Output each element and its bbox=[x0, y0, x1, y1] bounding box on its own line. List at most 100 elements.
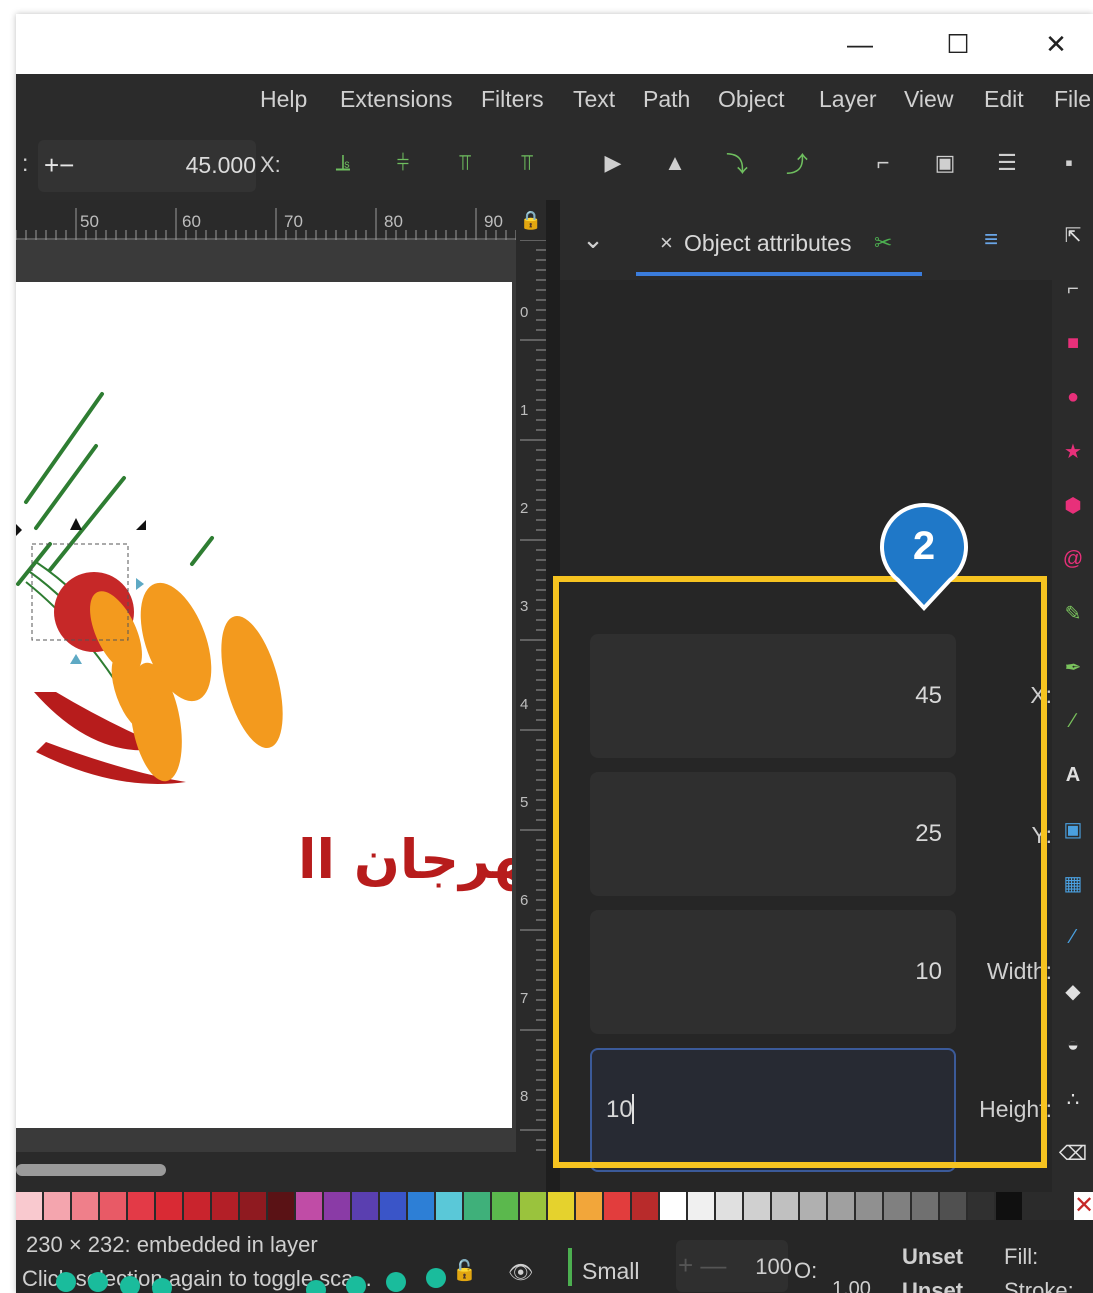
rotate-ccw-icon[interactable]: ⤴ bbox=[782, 148, 812, 178]
fill-value[interactable]: Unset bbox=[902, 1244, 963, 1270]
color-swatch[interactable] bbox=[464, 1192, 490, 1220]
horizontal-scrollbar[interactable] bbox=[16, 1152, 546, 1192]
stroke-value[interactable]: Unset bbox=[902, 1278, 963, 1293]
stepper-buttons[interactable]: +− bbox=[44, 150, 74, 181]
color-swatch[interactable] bbox=[688, 1192, 714, 1220]
color-swatch[interactable] bbox=[548, 1192, 574, 1220]
tab-object-attributes[interactable]: × Object attributes ✂ bbox=[636, 218, 922, 276]
color-swatch[interactable] bbox=[660, 1192, 686, 1220]
festival-artwork[interactable]: مهرجان اا bbox=[16, 282, 512, 1128]
menu-extensions[interactable]: Extensions bbox=[340, 86, 453, 113]
eraser-icon[interactable]: ⌫ bbox=[1058, 1138, 1088, 1168]
maximize-button[interactable]: ☐ bbox=[936, 24, 980, 64]
color-swatch[interactable] bbox=[828, 1192, 854, 1220]
spiral-icon[interactable]: @ bbox=[1058, 544, 1088, 574]
color-swatch[interactable] bbox=[72, 1192, 98, 1220]
document-page[interactable]: مهرجان اا bbox=[16, 282, 512, 1128]
calligraphy-icon[interactable]: ∕ bbox=[1058, 706, 1088, 736]
menu-object[interactable]: Object bbox=[718, 86, 784, 113]
color-swatch[interactable] bbox=[212, 1192, 238, 1220]
color-swatch[interactable] bbox=[604, 1192, 630, 1220]
color-swatch[interactable] bbox=[912, 1192, 938, 1220]
color-swatch[interactable] bbox=[968, 1192, 994, 1220]
tweak-icon[interactable]: ◒ bbox=[1058, 1030, 1088, 1060]
color-swatch[interactable] bbox=[492, 1192, 518, 1220]
minimize-button[interactable]: — bbox=[838, 24, 882, 64]
color-swatch[interactable] bbox=[520, 1192, 546, 1220]
text-icon[interactable]: A bbox=[1058, 760, 1088, 790]
distribute-icon[interactable]: ⫪ bbox=[450, 148, 480, 178]
color-swatch[interactable] bbox=[408, 1192, 434, 1220]
lock-guides-icon[interactable]: 🔒 bbox=[516, 200, 546, 240]
move-pattern-icon[interactable]: ▪ bbox=[1054, 148, 1084, 178]
rotate-cw-icon[interactable]: ⤵ bbox=[722, 148, 752, 178]
color-swatch[interactable] bbox=[744, 1192, 770, 1220]
close-button[interactable]: ✕ bbox=[1034, 24, 1078, 64]
opacity-spinbox[interactable]: + — 100 bbox=[676, 1240, 792, 1292]
tab-close-icon[interactable]: × bbox=[660, 230, 673, 256]
color-swatch[interactable] bbox=[436, 1192, 462, 1220]
color-swatch[interactable] bbox=[884, 1192, 910, 1220]
color-swatch[interactable] bbox=[184, 1192, 210, 1220]
color-swatch[interactable] bbox=[996, 1192, 1022, 1220]
box3d-icon[interactable]: ⬢ bbox=[1058, 490, 1088, 520]
spinbox-value[interactable]: 45.000 bbox=[186, 152, 256, 179]
color-swatch[interactable] bbox=[240, 1192, 266, 1220]
menu-filters[interactable]: Filters bbox=[481, 86, 544, 113]
circle-icon[interactable]: ● bbox=[1058, 382, 1088, 412]
menu-edit[interactable]: Edit bbox=[984, 86, 1024, 113]
tab-dropdown-button[interactable]: ⌄ bbox=[574, 220, 612, 258]
visibility-icon[interactable]: 👁 bbox=[508, 1260, 533, 1285]
color-swatch[interactable] bbox=[296, 1192, 322, 1220]
align-top-icon[interactable]: ⫪ bbox=[512, 148, 542, 178]
current-layer-name[interactable]: Small bbox=[582, 1258, 640, 1285]
flip-horizontal-icon[interactable]: ▶ bbox=[598, 148, 628, 178]
color-swatch[interactable] bbox=[352, 1192, 378, 1220]
scale-stroke-icon[interactable]: ⌐ bbox=[868, 148, 898, 178]
align-bottom-icon[interactable]: ⫡ bbox=[328, 148, 358, 178]
flip-vertical-icon[interactable]: ▲ bbox=[660, 148, 690, 178]
scrollbar-thumb[interactable] bbox=[16, 1164, 166, 1176]
color-swatch[interactable] bbox=[128, 1192, 154, 1220]
color-swatch[interactable] bbox=[800, 1192, 826, 1220]
opacity-value[interactable]: 100 bbox=[755, 1254, 792, 1280]
color-swatch[interactable] bbox=[856, 1192, 882, 1220]
menu-layer[interactable]: Layer bbox=[819, 86, 877, 113]
pen-icon[interactable]: ✒ bbox=[1058, 652, 1088, 682]
menu-view[interactable]: View bbox=[904, 86, 953, 113]
menu-file[interactable]: File bbox=[1054, 86, 1091, 113]
selector-icon[interactable]: ⇱ bbox=[1058, 220, 1088, 250]
gradient-icon[interactable]: ▣ bbox=[1058, 814, 1088, 844]
color-swatch[interactable] bbox=[44, 1192, 70, 1220]
color-swatch[interactable] bbox=[156, 1192, 182, 1220]
value-spinbox[interactable]: +− 45.000 bbox=[38, 140, 256, 192]
align-middle-icon[interactable]: ⫩ bbox=[388, 148, 418, 178]
opacity-stepper[interactable]: + — bbox=[678, 1250, 726, 1281]
color-swatch[interactable] bbox=[324, 1192, 350, 1220]
color-swatch[interactable] bbox=[940, 1192, 966, 1220]
pencil-icon[interactable]: ✎ bbox=[1058, 598, 1088, 628]
stroke-width-value[interactable]: 1.00 bbox=[832, 1278, 871, 1293]
paint-bucket-icon[interactable]: ◆ bbox=[1058, 976, 1088, 1006]
color-swatch[interactable] bbox=[268, 1192, 294, 1220]
color-swatch[interactable] bbox=[716, 1192, 742, 1220]
rect-icon[interactable]: ■ bbox=[1058, 328, 1088, 358]
no-paint-swatch[interactable]: ✕ bbox=[1074, 1192, 1093, 1220]
color-swatch[interactable] bbox=[772, 1192, 798, 1220]
menu-path[interactable]: Path bbox=[643, 86, 690, 113]
color-swatch[interactable] bbox=[576, 1192, 602, 1220]
spray-icon[interactable]: ∴ bbox=[1058, 1084, 1088, 1114]
menu-text[interactable]: Text bbox=[573, 86, 615, 113]
panel-menu-icon[interactable]: ≡ bbox=[984, 226, 998, 254]
node-icon[interactable]: ⌐ bbox=[1058, 274, 1088, 304]
color-swatch[interactable] bbox=[16, 1192, 42, 1220]
scale-corners-icon[interactable]: ▣ bbox=[930, 148, 960, 178]
move-gradient-icon[interactable]: ☰ bbox=[992, 148, 1022, 178]
color-swatch[interactable] bbox=[380, 1192, 406, 1220]
color-swatch[interactable] bbox=[632, 1192, 658, 1220]
menu-help[interactable]: Help bbox=[260, 86, 307, 113]
mesh-icon[interactable]: ▦ bbox=[1058, 868, 1088, 898]
color-swatch[interactable] bbox=[100, 1192, 126, 1220]
star-icon[interactable]: ★ bbox=[1058, 436, 1088, 466]
dropper-icon[interactable]: ⁄ bbox=[1058, 922, 1088, 952]
